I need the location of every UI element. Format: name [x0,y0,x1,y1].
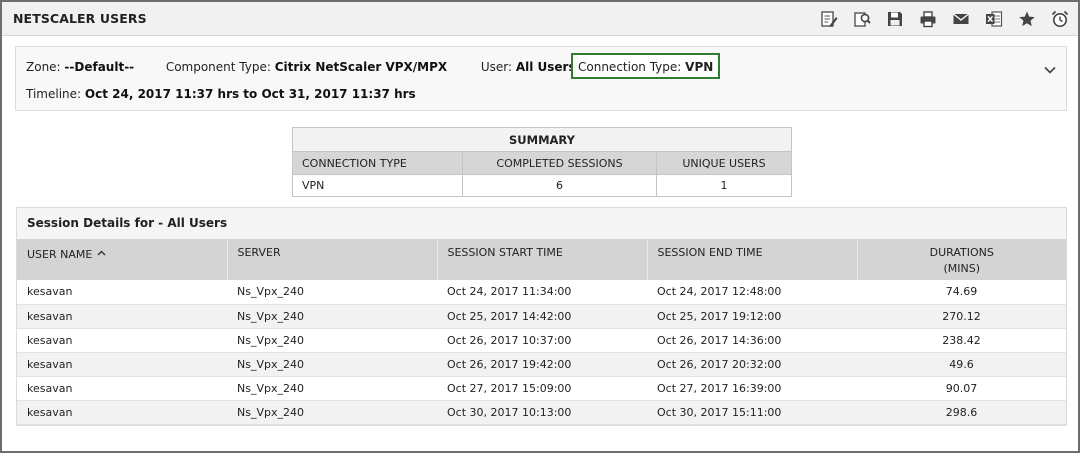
favorite-star-icon[interactable] [1015,7,1039,31]
table-row[interactable]: kesavan Ns_Vpx_240 Oct 27, 2017 15:09:00 Oc… [17,376,1066,401]
cell-user-name: kesavan [17,328,227,353]
cell-start-time: Oct 26, 2017 19:42:00 [437,352,647,377]
timeline-label: Timeline: [26,87,82,101]
cell-start-time: Oct 27, 2017 15:09:00 [437,376,647,401]
summary-connection-type: VPN [292,174,463,197]
page-title: NETSCALER USERS [13,11,147,26]
summary-header-unique-users: UNIQUE USERS [656,151,792,175]
timeline-value: Oct 24, 2017 11:37 hrs to Oct 31, 2017 1… [84,87,416,101]
column-header-session-start-time[interactable]: SESSION START TIME [437,239,648,280]
component-type-value: Citrix NetScaler VPX/MPX [274,60,448,74]
connection-type-value: VPN [685,60,714,74]
table-row[interactable]: kesavan Ns_Vpx_240 Oct 26, 2017 19:42:00 Oc… [17,352,1066,377]
cell-user-name: kesavan [17,400,227,425]
column-header-session-end-time[interactable]: SESSION END TIME [647,239,858,280]
title-bar: NETSCALER USERS [2,2,1078,36]
cell-end-time: Oct 26, 2017 20:32:00 [647,352,857,377]
column-header-durations[interactable]: DURATIONS (MINS) [857,239,1066,280]
cell-server: Ns_Vpx_240 [227,280,437,305]
cell-server: Ns_Vpx_240 [227,400,437,425]
summary-header-completed-sessions: COMPLETED SESSIONS [462,151,657,175]
cell-end-time: Oct 25, 2017 19:12:00 [647,304,857,329]
cell-start-time: Oct 25, 2017 14:42:00 [437,304,647,329]
cell-duration: 74.69 [857,280,1066,305]
table-row[interactable]: kesavan Ns_Vpx_240 Oct 25, 2017 14:42:00 Oc… [17,304,1066,329]
connection-type-label: Connection Type: [578,60,682,74]
cell-server: Ns_Vpx_240 [227,376,437,401]
toolbar [808,7,1072,31]
session-details-table: USER NAME SERVER SESSION START TIME SESS… [17,239,1066,425]
summary-table: SUMMARY CONNECTION TYPE COMPLETED SESSIO… [292,127,792,197]
excel-export-icon[interactable] [982,7,1006,31]
cell-end-time: Oct 26, 2017 14:36:00 [647,328,857,353]
connection-type-filter: Connection Type: VPN [571,53,721,79]
table-row[interactable]: kesavan Ns_Vpx_240 Oct 30, 2017 10:13:00 Oc… [17,400,1066,425]
alarm-clock-icon[interactable] [1048,7,1072,31]
cell-server: Ns_Vpx_240 [227,352,437,377]
user-label: User: [480,60,513,74]
user-value: All Users [515,60,576,74]
column-header-user-name[interactable]: USER NAME [17,239,228,280]
cell-server: Ns_Vpx_240 [227,304,437,329]
print-icon[interactable] [916,7,940,31]
filter-panel: Zone: --Default-- Component Type: Citrix… [15,46,1067,111]
configure-icon[interactable] [850,7,874,31]
column-header-user-name-label: USER NAME [27,248,93,261]
cell-server: Ns_Vpx_240 [227,328,437,353]
summary-unique-users: 1 [656,174,792,197]
column-header-server[interactable]: SERVER [227,239,438,280]
column-header-durations-unit: (MINS) [943,262,981,275]
cell-end-time: Oct 24, 2017 12:48:00 [647,280,857,305]
cell-user-name: kesavan [17,304,227,329]
cell-duration: 298.6 [857,400,1066,425]
cell-duration: 90.07 [857,376,1066,401]
session-details-panel: Session Details for - All Users USER NAM… [16,207,1067,426]
email-icon[interactable] [949,7,973,31]
edit-report-icon[interactable] [817,7,841,31]
cell-start-time: Oct 24, 2017 11:34:00 [437,280,647,305]
cell-end-time: Oct 30, 2017 15:11:00 [647,400,857,425]
cell-duration: 270.12 [857,304,1066,329]
cell-user-name: kesavan [17,376,227,401]
zone-value: --Default-- [64,60,135,74]
filter-row: Zone: --Default-- Component Type: Citrix… [26,60,576,74]
cell-start-time: Oct 26, 2017 10:37:00 [437,328,647,353]
table-row[interactable]: kesavan Ns_Vpx_240 Oct 26, 2017 10:37:00 Oc… [17,328,1066,353]
component-type-label: Component Type: [165,60,271,74]
sort-ascending-icon[interactable] [97,246,106,259]
report-body[interactable]: Zone: --Default-- Component Type: Citrix… [2,37,1078,451]
cell-user-name: kesavan [17,352,227,377]
timeline-row: Timeline: Oct 24, 2017 11:37 hrs to Oct … [26,87,416,101]
column-header-durations-label: DURATIONS [929,246,994,259]
report-window: NETSCALER USERS Zone: --Default-- Compon… [0,0,1080,453]
chevron-down-icon[interactable] [1043,62,1057,76]
session-details-title: Session Details for - All Users [17,208,1066,239]
summary-completed-sessions: 6 [462,174,657,197]
cell-end-time: Oct 27, 2017 16:39:00 [647,376,857,401]
save-icon[interactable] [883,7,907,31]
summary-header-connection-type: CONNECTION TYPE [292,151,463,175]
cell-user-name: kesavan [17,280,227,305]
cell-start-time: Oct 30, 2017 10:13:00 [437,400,647,425]
cell-duration: 49.6 [857,352,1066,377]
table-row[interactable]: kesavan Ns_Vpx_240 Oct 24, 2017 11:34:00 Oc… [17,280,1066,305]
zone-label: Zone: [26,60,61,74]
summary-caption: SUMMARY [292,127,792,152]
cell-duration: 238.42 [857,328,1066,353]
